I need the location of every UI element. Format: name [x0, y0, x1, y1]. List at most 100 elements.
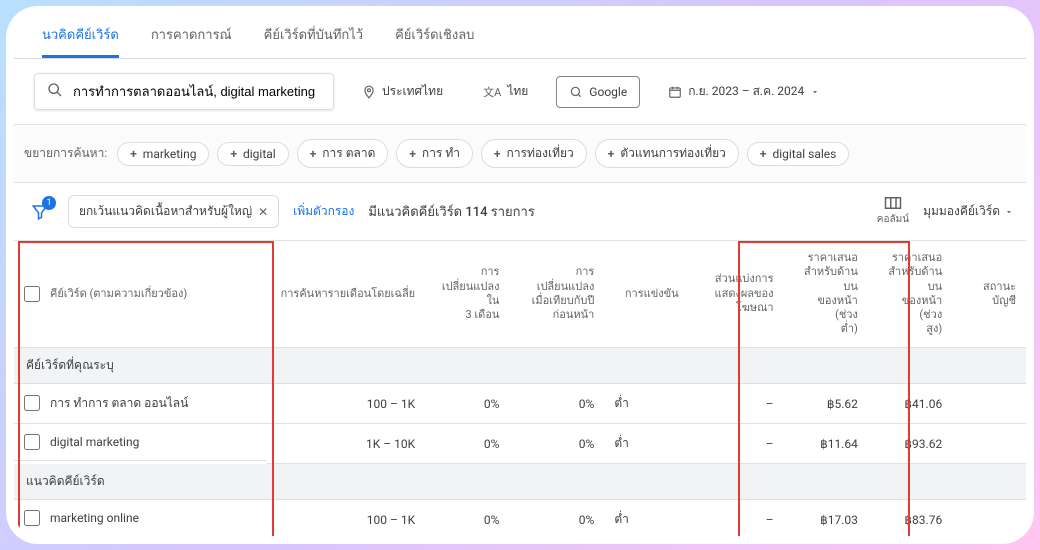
row-checkbox[interactable]: [24, 434, 40, 450]
adshare-cell: –: [689, 424, 784, 464]
col-changeyoy-header[interactable]: การ เปลี่ยนแปลง เมื่อเทียบกับปี ก่อนหน้า: [509, 241, 604, 347]
competition-cell: ต่ำ: [604, 424, 688, 464]
expand-chip[interactable]: +การท่องเที่ยว: [481, 139, 587, 168]
location-label: ประเทศไทย: [382, 82, 443, 101]
col-bidhigh-header[interactable]: ราคาเสนอ สำหรับด้านบน ของหน้า (ช่วง สูง): [868, 241, 952, 347]
bidlow-cell: ฿17.03: [784, 500, 868, 536]
col-change3m-header[interactable]: การ เปลี่ยนแปลงใน 3 เดือน: [425, 241, 509, 347]
table-section-header: แนวคิดคีย์เวิร์ด: [14, 464, 1026, 500]
tab-negative-keywords[interactable]: คีย์เวิร์ดเชิงลบ: [395, 18, 474, 58]
bidlow-cell: ฿5.62: [784, 383, 868, 424]
expand-search-row: ขยายการค้นหา: +marketing +digital +การ ต…: [14, 124, 1026, 182]
table-row[interactable]: marketing online100 – 1K0%0%ต่ำ–฿17.03฿8…: [14, 500, 1026, 536]
columns-button[interactable]: คอลัมน์: [877, 196, 909, 227]
add-filter-link[interactable]: เพิ่มตัวกรอง: [293, 202, 354, 221]
network-icon: [569, 85, 583, 99]
applied-filter-label: ยกเว้นแนวคิดเนื้อหาสำหรับผู้ใหญ่: [79, 202, 252, 221]
network-control[interactable]: Google: [556, 76, 640, 108]
plus-icon: +: [310, 147, 317, 161]
language-label: ไทย: [507, 82, 528, 101]
keyword-table-wrap: คีย์เวิร์ด (ตามความเกี่ยวข้อง) การค้นหาร…: [14, 241, 1026, 536]
location-control[interactable]: ประเทศไทย: [350, 74, 455, 109]
plus-icon: +: [230, 147, 237, 161]
keyword-search-box[interactable]: [34, 73, 334, 110]
close-icon[interactable]: ✕: [258, 205, 268, 219]
col-keyword-header[interactable]: คีย์เวิร์ด (ตามความเกี่ยวข้อง): [50, 287, 187, 301]
account-cell: [952, 500, 1026, 536]
keyword-view-dropdown[interactable]: มุมมองคีย์เวิร์ด: [923, 202, 1014, 221]
bidhigh-cell: ฿41.06: [868, 383, 952, 424]
keyword-view-label: มุมมองคีย์เวิร์ด: [923, 202, 1000, 221]
bidhigh-cell: ฿83.76: [868, 500, 952, 536]
chevron-down-icon: [810, 87, 820, 97]
filter-count-badge: 1: [42, 196, 56, 210]
col-adshare-header[interactable]: ส่วนแบ่งการ แสดงผลของ โฆษณา: [689, 241, 784, 347]
language-icon: 文A: [483, 84, 501, 100]
changeyoy-cell: 0%: [509, 500, 604, 536]
expand-chip[interactable]: +การ ทำ: [396, 139, 473, 168]
results-summary: มีแนวคิดคีย์เวิร์ด 114 รายการ: [368, 201, 534, 222]
keyword-table: คีย์เวิร์ด (ตามความเกี่ยวข้อง) การค้นหาร…: [14, 241, 1026, 536]
changeyoy-cell: 0%: [509, 383, 604, 424]
table-row[interactable]: digital marketing1K – 10K0%0%ต่ำ–฿11.64฿…: [14, 424, 1026, 464]
changeyoy-cell: 0%: [509, 424, 604, 464]
change3m-cell: 0%: [425, 424, 509, 464]
select-all-checkbox[interactable]: [24, 286, 40, 302]
expand-search-label: ขยายการค้นหา:: [24, 144, 107, 163]
tab-keyword-ideas[interactable]: นวคิดคีย์เวิร์ด: [42, 18, 119, 58]
columns-label: คอลัมน์: [877, 212, 909, 227]
expand-chip[interactable]: +digital sales: [747, 142, 849, 166]
location-icon: [362, 85, 376, 99]
row-checkbox[interactable]: [24, 395, 40, 411]
competition-cell: ต่ำ: [604, 383, 688, 424]
competition-cell: ต่ำ: [604, 500, 688, 536]
date-range-label: ก.ย. 2023 – ส.ค. 2024: [688, 82, 804, 101]
keyword-cell: marketing online: [50, 511, 139, 525]
tab-saved-keywords[interactable]: คีย์เวิร์ดที่บันทึกไว้: [264, 18, 363, 58]
account-cell: [952, 383, 1026, 424]
calendar-icon: [668, 85, 682, 99]
keyword-cell: การ ทำการ ตลาด ออนไลน์: [50, 394, 188, 413]
adshare-cell: –: [689, 500, 784, 536]
bidhigh-cell: ฿93.62: [868, 424, 952, 464]
bidlow-cell: ฿11.64: [784, 424, 868, 464]
expand-chip[interactable]: +ตัวแทนการท่องเที่ยว: [595, 139, 739, 168]
plus-icon: +: [760, 147, 767, 161]
plus-icon: +: [130, 147, 137, 161]
col-competition-header[interactable]: การแข่งขัน: [604, 241, 688, 347]
col-volume-header[interactable]: การค้นหารายเดือนโดยเฉลี่ย: [267, 241, 425, 347]
volume-cell: 1K – 10K: [267, 424, 425, 464]
columns-icon: [884, 196, 902, 210]
volume-cell: 100 – 1K: [267, 500, 425, 536]
adshare-cell: –: [689, 383, 784, 424]
table-header-row: คีย์เวิร์ด (ตามความเกี่ยวข้อง) การค้นหาร…: [14, 241, 1026, 347]
change3m-cell: 0%: [425, 383, 509, 424]
table-section-header: คีย์เวิร์ดที่คุณระบุ: [14, 347, 1026, 383]
date-range-control[interactable]: ก.ย. 2023 – ส.ค. 2024: [656, 74, 832, 109]
expand-chip[interactable]: +digital: [217, 142, 288, 166]
change3m-cell: 0%: [425, 500, 509, 536]
plus-icon: +: [494, 147, 501, 161]
row-checkbox[interactable]: [24, 510, 40, 526]
network-label: Google: [589, 85, 627, 99]
chevron-down-icon: [1004, 207, 1014, 217]
search-controls-row: ประเทศไทย 文A ไทย Google ก.ย. 2023 – ส.ค.…: [14, 59, 1026, 124]
expand-chip[interactable]: +marketing: [117, 142, 209, 166]
language-control[interactable]: 文A ไทย: [471, 74, 540, 109]
applied-filter-chip[interactable]: ยกเว้นแนวคิดเนื้อหาสำหรับผู้ใหญ่ ✕: [68, 195, 279, 228]
search-icon: [47, 82, 63, 101]
filter-row: 1 ยกเว้นแนวคิดเนื้อหาสำหรับผู้ใหญ่ ✕ เพิ…: [14, 182, 1026, 241]
account-cell: [952, 424, 1026, 464]
keyword-cell: digital marketing: [50, 435, 139, 449]
col-account-header[interactable]: สถานะบัญชี: [952, 241, 1026, 347]
filter-funnel-button[interactable]: 1: [26, 198, 54, 226]
tab-forecast[interactable]: การคาดการณ์: [151, 18, 232, 58]
col-bidlow-header[interactable]: ราคาเสนอ สำหรับด้านบน ของหน้า (ช่วง ต่ำ): [784, 241, 868, 347]
volume-cell: 100 – 1K: [267, 383, 425, 424]
keyword-search-input[interactable]: [73, 84, 321, 99]
top-tabs: นวคิดคีย์เวิร์ด การคาดการณ์ คีย์เวิร์ดที…: [14, 14, 1026, 59]
table-row[interactable]: การ ทำการ ตลาด ออนไลน์100 – 1K0%0%ต่ำ–฿5…: [14, 383, 1026, 424]
plus-icon: +: [409, 147, 416, 161]
expand-chip[interactable]: +การ ตลาด: [297, 139, 389, 168]
plus-icon: +: [608, 147, 615, 161]
